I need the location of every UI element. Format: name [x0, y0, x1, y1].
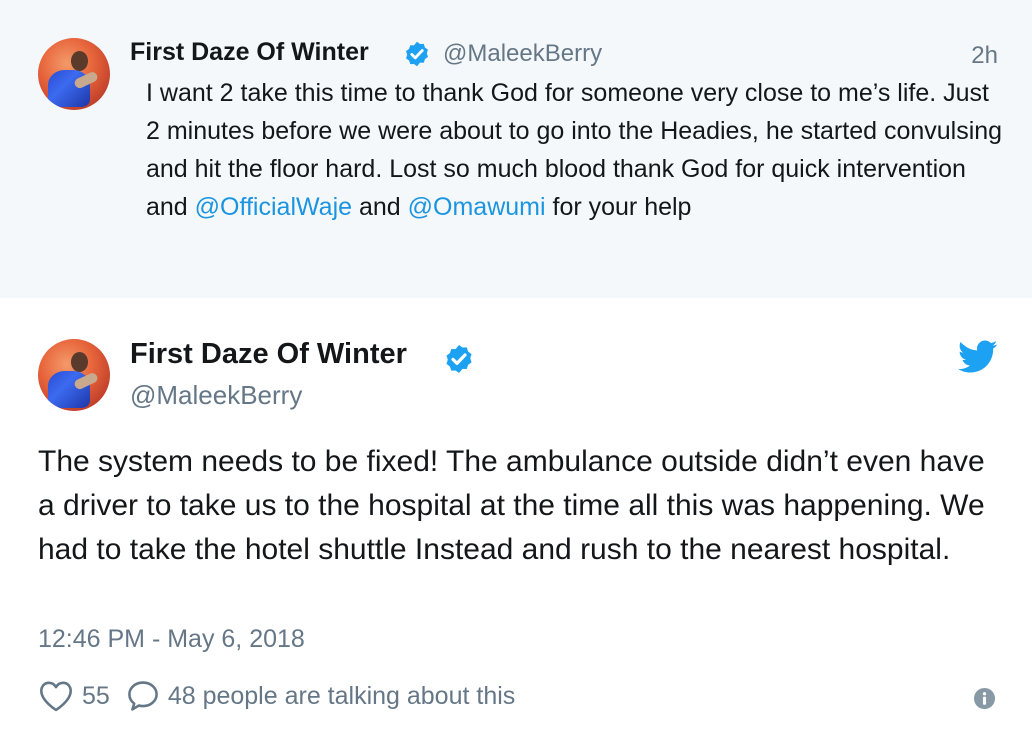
verified-badge-icon — [406, 41, 428, 67]
heart-icon[interactable] — [38, 679, 74, 713]
avatar[interactable] — [38, 38, 110, 110]
avatar-figure-head — [71, 351, 89, 373]
speech-bubble-icon[interactable] — [126, 679, 160, 713]
verified-badge-icon — [446, 345, 472, 373]
tweet-text: I want 2 take this time to thank God for… — [146, 74, 1006, 226]
conversation-count[interactable]: 48 people are talking about this — [168, 682, 515, 711]
handle[interactable]: @MaleekBerry — [130, 380, 302, 411]
timestamp[interactable]: 2h — [971, 42, 998, 70]
parent-tweet[interactable]: First Daze Of Winter @MaleekBerry 2h I w… — [0, 0, 1032, 298]
avatar-figure-head — [71, 50, 89, 72]
like-count[interactable]: 55 — [82, 682, 110, 711]
display-name[interactable]: First Daze Of Winter — [130, 338, 407, 371]
mention-link[interactable]: @Omawumi — [408, 193, 546, 221]
avatar[interactable] — [38, 339, 110, 411]
tweet-text-segment: and — [352, 193, 408, 221]
tweet-actions: 55 48 people are talking about this — [38, 678, 515, 714]
display-name[interactable]: First Daze Of Winter — [130, 38, 369, 67]
mention-link[interactable]: @OfficialWaje — [195, 193, 352, 221]
info-icon[interactable] — [973, 687, 996, 710]
tweet-text: The system needs to be fixed! The ambula… — [38, 445, 985, 566]
handle[interactable]: @MaleekBerry — [443, 40, 602, 68]
tweet-datetime[interactable]: 12:46 PM - May 6, 2018 — [38, 625, 305, 654]
twitter-bird-icon[interactable] — [958, 340, 998, 374]
tweet-text-segment: for your help — [545, 193, 692, 221]
